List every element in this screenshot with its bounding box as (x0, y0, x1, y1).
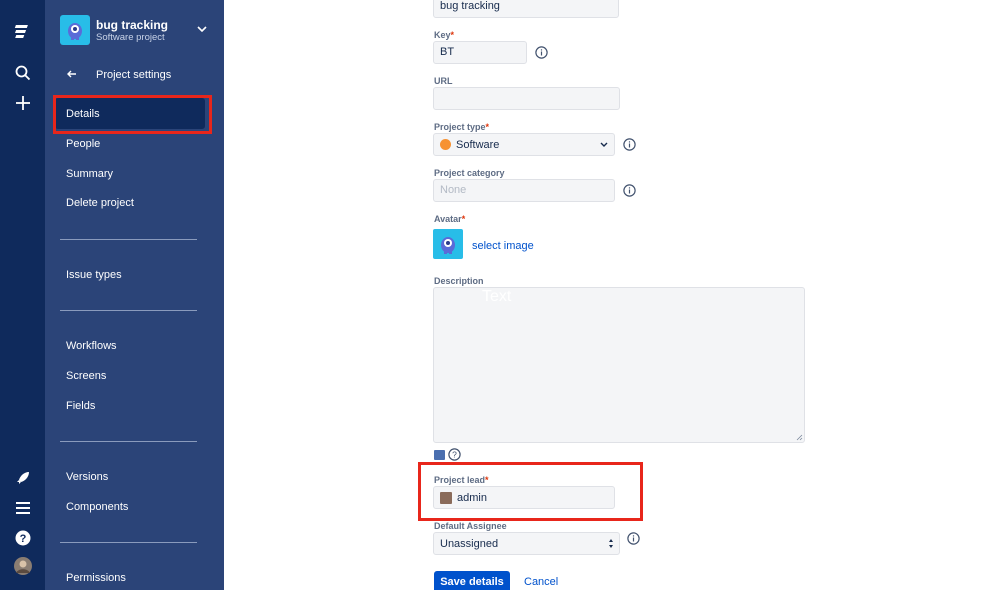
sidebar-item-summary[interactable]: Summary (66, 168, 113, 180)
search-icon[interactable] (0, 63, 45, 83)
select-arrows-icon (609, 539, 613, 548)
project-name-value: bug tracking (440, 0, 500, 12)
default-assignee-label: Default Assignee (434, 521, 507, 531)
project-type-label: Software project (96, 32, 165, 43)
create-plus-icon[interactable] (0, 93, 45, 113)
details-highlight-box (53, 95, 212, 134)
info-icon[interactable] (623, 184, 636, 197)
project-name: bug tracking (96, 18, 169, 32)
default-assignee-value: Unassigned (440, 537, 499, 550)
project-lead-highlight-box (418, 462, 643, 521)
description-textarea[interactable]: Text (433, 287, 805, 443)
project-category-select[interactable]: None (433, 179, 615, 202)
project-avatar[interactable] (60, 15, 90, 45)
info-icon[interactable] (623, 138, 636, 151)
chevron-down-icon[interactable] (195, 22, 209, 36)
user-avatar[interactable] (0, 556, 45, 576)
rocket-icon[interactable] (0, 468, 45, 488)
svg-text:?: ? (19, 533, 26, 545)
sidebar-item-people[interactable]: People (66, 138, 100, 150)
jira-logo-icon[interactable] (0, 20, 45, 44)
default-assignee-select[interactable]: Unassigned (433, 532, 620, 555)
sidebar-item-components[interactable]: Components (66, 501, 128, 513)
url-label: URL (434, 76, 453, 86)
project-avatar-preview[interactable] (433, 229, 463, 259)
project-category-label: Project category (434, 168, 505, 178)
sidebar-divider (60, 542, 197, 543)
cancel-link[interactable]: Cancel (524, 576, 558, 588)
project-type-select[interactable]: Software (433, 133, 615, 156)
sidebar-item-issue-types[interactable]: Issue types (66, 269, 122, 281)
project-category-placeholder: None (440, 184, 467, 196)
project-type-label: Project type* (434, 122, 490, 132)
url-field[interactable] (433, 87, 620, 110)
avatar-label: Avatar* (434, 214, 466, 224)
sidebar-item-delete-project[interactable]: Delete project (66, 197, 134, 209)
info-icon[interactable] (627, 532, 640, 545)
select-image-link[interactable]: select image (472, 240, 534, 252)
global-nav-rail: ? (0, 0, 45, 590)
project-name-field[interactable]: bug tracking (433, 0, 619, 18)
menu-icon[interactable] (0, 498, 45, 518)
sidebar-item-screens[interactable]: Screens (66, 370, 106, 382)
description-label: Description (434, 276, 484, 286)
wiki-markup-icon[interactable] (434, 450, 445, 460)
back-arrow-icon[interactable] (65, 67, 79, 81)
project-sidebar: bug tracking Software project Project se… (45, 0, 224, 590)
key-label: Key* (434, 30, 455, 40)
sidebar-item-workflows[interactable]: Workflows (66, 340, 117, 352)
project-type-value: Software (456, 138, 500, 151)
help-icon[interactable]: ? (0, 528, 45, 548)
description-overlay-text: Text (482, 288, 512, 305)
sidebar-divider (60, 310, 197, 311)
sidebar-divider (60, 239, 197, 240)
info-icon[interactable] (535, 46, 548, 59)
key-value: BT (440, 46, 455, 58)
resize-handle-icon[interactable] (796, 434, 803, 441)
key-field[interactable]: BT (433, 41, 527, 64)
project-settings-label[interactable]: Project settings (96, 69, 171, 81)
software-type-icon (440, 139, 451, 150)
sidebar-divider (60, 441, 197, 442)
chevron-down-icon (600, 142, 608, 147)
sidebar-item-fields[interactable]: Fields (66, 400, 95, 412)
sidebar-item-permissions[interactable]: Permissions (66, 572, 126, 584)
sidebar-item-versions[interactable]: Versions (66, 471, 108, 483)
save-details-button[interactable]: Save details (434, 571, 510, 590)
svg-text:?: ? (452, 450, 457, 460)
